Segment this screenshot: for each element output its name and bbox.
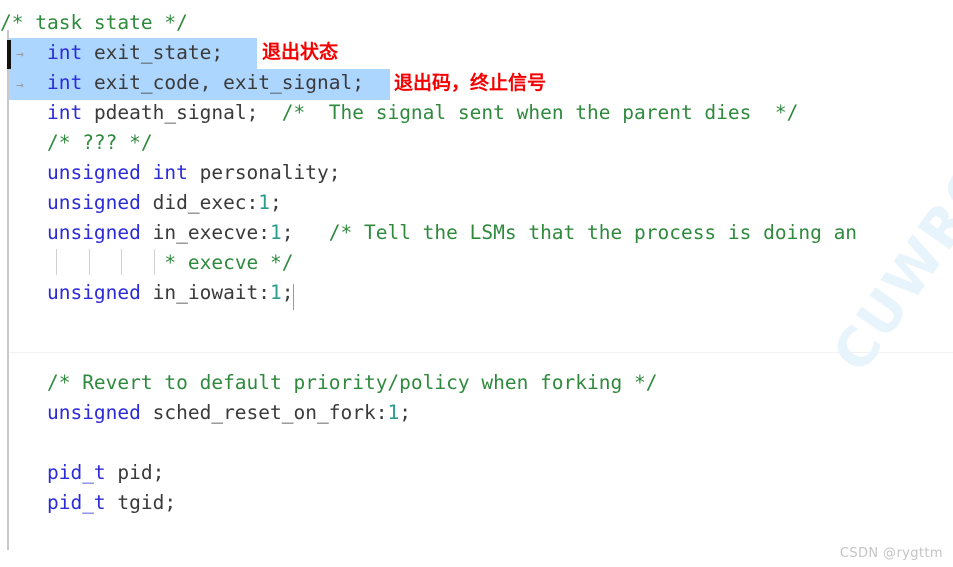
code-token: exit_code, exit_signal; [82, 71, 364, 94]
code-line[interactable]: pid_t tgid; [0, 488, 176, 518]
code-line[interactable]: pid_t pid; [0, 458, 164, 488]
code-token: sched_reset_on_fork: [140, 401, 388, 424]
code-token: pid_t [46, 461, 106, 484]
code-token: unsigned [46, 401, 141, 424]
code-token: unsigned [46, 281, 141, 304]
code-token: /* Revert to default priority/policy whe… [46, 371, 658, 394]
diagonal-watermark: CUWRO [821, 150, 953, 384]
code-line[interactable]: int pdeath_signal; /* The signal sent wh… [0, 98, 798, 128]
code-line[interactable] [0, 338, 12, 368]
code-line[interactable]: /* task state */ [0, 8, 188, 38]
code-token: pdeath_signal; [82, 101, 282, 124]
code-token: 1 [387, 401, 400, 424]
code-token: pid; [105, 461, 165, 484]
code-token: 1 [270, 221, 282, 244]
corner-watermark: CSDN @rygttm [839, 546, 943, 561]
code-line[interactable]: /* Revert to default priority/policy whe… [0, 368, 657, 398]
code-token: exit_state; [82, 41, 224, 64]
code-token: pid_t [46, 491, 106, 514]
code-token: * execve */ [164, 251, 294, 274]
code-token: int [46, 41, 83, 64]
code-token: /* task state */ [0, 11, 188, 34]
code-token: unsigned [46, 191, 141, 214]
code-token: personality; [187, 161, 341, 184]
code-token: int [46, 101, 83, 124]
code-token: /* ??? */ [46, 131, 153, 154]
code-token: tgid; [105, 491, 177, 514]
code-line[interactable]: unsigned did_exec:1; [0, 188, 282, 218]
code-token: ; [270, 191, 282, 214]
code-line[interactable]: unsigned in_execve:1; /* Tell the LSMs t… [0, 218, 857, 248]
code-token: unsigned [46, 221, 141, 244]
code-line[interactable]: * execve */ [0, 248, 294, 278]
code-token: int [46, 71, 83, 94]
code-token: ; [399, 401, 411, 424]
code-token: 1 [270, 281, 282, 304]
code-line[interactable] [0, 428, 12, 458]
code-line[interactable]: unsigned sched_reset_on_fork:1; [0, 398, 411, 428]
code-token: in_iowait: [140, 281, 271, 304]
soft-separator [9, 352, 953, 353]
code-line[interactable]: /* ??? */ [0, 128, 153, 158]
code-editor-screenshot: → → /* task state */ int exit_state; int… [0, 0, 953, 567]
code-token: in_execve: [140, 221, 271, 244]
annotation-exit-state: 退出状态 [262, 41, 339, 63]
code-line[interactable]: unsigned int personality; [0, 158, 341, 188]
code-token: did_exec: [140, 191, 259, 214]
code-token: 1 [258, 191, 271, 214]
code-token: unsigned int [46, 161, 188, 184]
code-line[interactable]: int exit_state; [0, 38, 223, 68]
code-token: /* The signal sent when the parent dies … [281, 101, 799, 124]
code-token: /* Tell the LSMs that the process is doi… [328, 221, 858, 244]
code-token: ; [281, 281, 294, 304]
code-line[interactable]: unsigned in_iowait:1; [0, 278, 294, 308]
code-line[interactable] [0, 308, 12, 338]
code-token: ; [281, 221, 329, 244]
code-line[interactable]: int exit_code, exit_signal; [0, 68, 364, 98]
annotation-exit-code-signal: 退出码，终止信号 [394, 72, 547, 94]
